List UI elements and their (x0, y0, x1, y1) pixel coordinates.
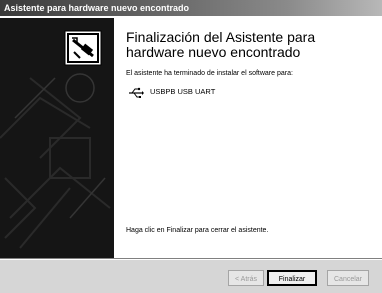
finish-instruction: Haga clic en Finalizar para cerrar el as… (126, 227, 269, 234)
device-name: USBPB USB UART (150, 87, 216, 96)
button-bar (0, 260, 382, 293)
wizard-logo-icon (64, 30, 102, 66)
usb-icon (128, 86, 144, 98)
wizard-content: Finalización del Asistente para hardware… (120, 18, 378, 258)
title-bar: Asistente para hardware nuevo encontrado (0, 0, 382, 16)
page-title: Finalización del Asistente para hardware… (126, 29, 316, 60)
wizard-side-panel (0, 18, 114, 258)
wizard-window: Asistente para hardware nuevo encontrado (0, 0, 382, 293)
install-message: El asistente ha terminado de instalar el… (126, 70, 293, 77)
back-button[interactable]: < Atrás (228, 270, 264, 286)
cancel-button[interactable]: Cancelar (327, 270, 369, 286)
finish-button[interactable]: Finalizar (267, 270, 317, 286)
